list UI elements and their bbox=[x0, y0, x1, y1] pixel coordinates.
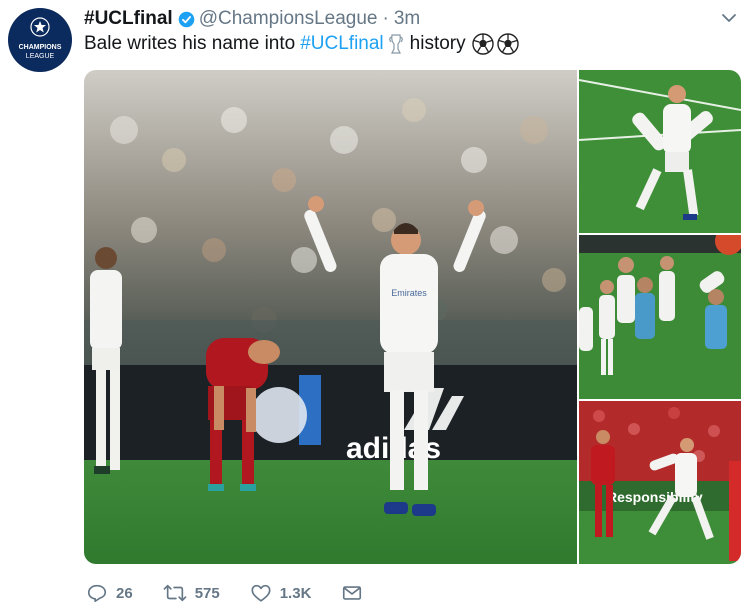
tweet-text-after: history bbox=[409, 33, 466, 54]
chevron-down-icon[interactable] bbox=[720, 9, 738, 33]
pitch bbox=[84, 460, 577, 564]
photo-thumb-3[interactable]: Responsibility bbox=[579, 401, 741, 564]
jersey-sponsor-text: Emirates bbox=[391, 288, 427, 298]
account-name[interactable]: #UCLfinal bbox=[84, 8, 173, 30]
ad-board bbox=[84, 365, 577, 460]
photo-main[interactable]: adidas bbox=[84, 70, 577, 564]
avatar-text-2: LEAGUE bbox=[26, 53, 55, 60]
retweet-button[interactable]: 575 bbox=[163, 582, 220, 604]
like-button[interactable]: 1.3K bbox=[250, 582, 312, 604]
hashtag-link[interactable]: #UCLfinal bbox=[300, 33, 383, 55]
account-handle[interactable]: @ChampionsLeague bbox=[199, 8, 378, 30]
soccer-ball-icon bbox=[471, 33, 494, 55]
reply-count: 26 bbox=[116, 584, 133, 602]
heart-icon bbox=[251, 584, 271, 602]
reply-button[interactable]: 26 bbox=[86, 582, 133, 604]
soccer-ball-icons bbox=[471, 33, 519, 55]
photo-thumb-2[interactable] bbox=[579, 235, 741, 399]
envelope-icon bbox=[343, 586, 362, 600]
reply-icon bbox=[87, 584, 107, 603]
separator-dot: · bbox=[382, 8, 389, 29]
tweet-text: Bale writes his name into #UCLfinal hist… bbox=[84, 31, 519, 57]
message-button[interactable] bbox=[341, 582, 363, 604]
trophy-icon bbox=[388, 33, 404, 55]
avatar-text-1: CHAMPIONS bbox=[19, 44, 62, 51]
tweet-timestamp[interactable]: 3m bbox=[394, 8, 420, 30]
tweet-actions: 26 575 1.3K bbox=[86, 580, 393, 606]
retweet-icon bbox=[163, 584, 187, 602]
soccer-ball-icon bbox=[496, 33, 519, 55]
tweet-text-before: Bale writes his name into bbox=[84, 33, 296, 54]
tweet-header: #UCLfinal @ChampionsLeague · 3m bbox=[84, 6, 738, 32]
like-count: 1.3K bbox=[279, 584, 312, 602]
retweet-count: 575 bbox=[194, 584, 220, 602]
verified-icon bbox=[178, 11, 195, 28]
media-grid: adidas bbox=[84, 70, 741, 564]
photo-thumb-1[interactable] bbox=[579, 70, 741, 233]
avatar[interactable]: CHAMPIONS LEAGUE bbox=[8, 8, 72, 72]
